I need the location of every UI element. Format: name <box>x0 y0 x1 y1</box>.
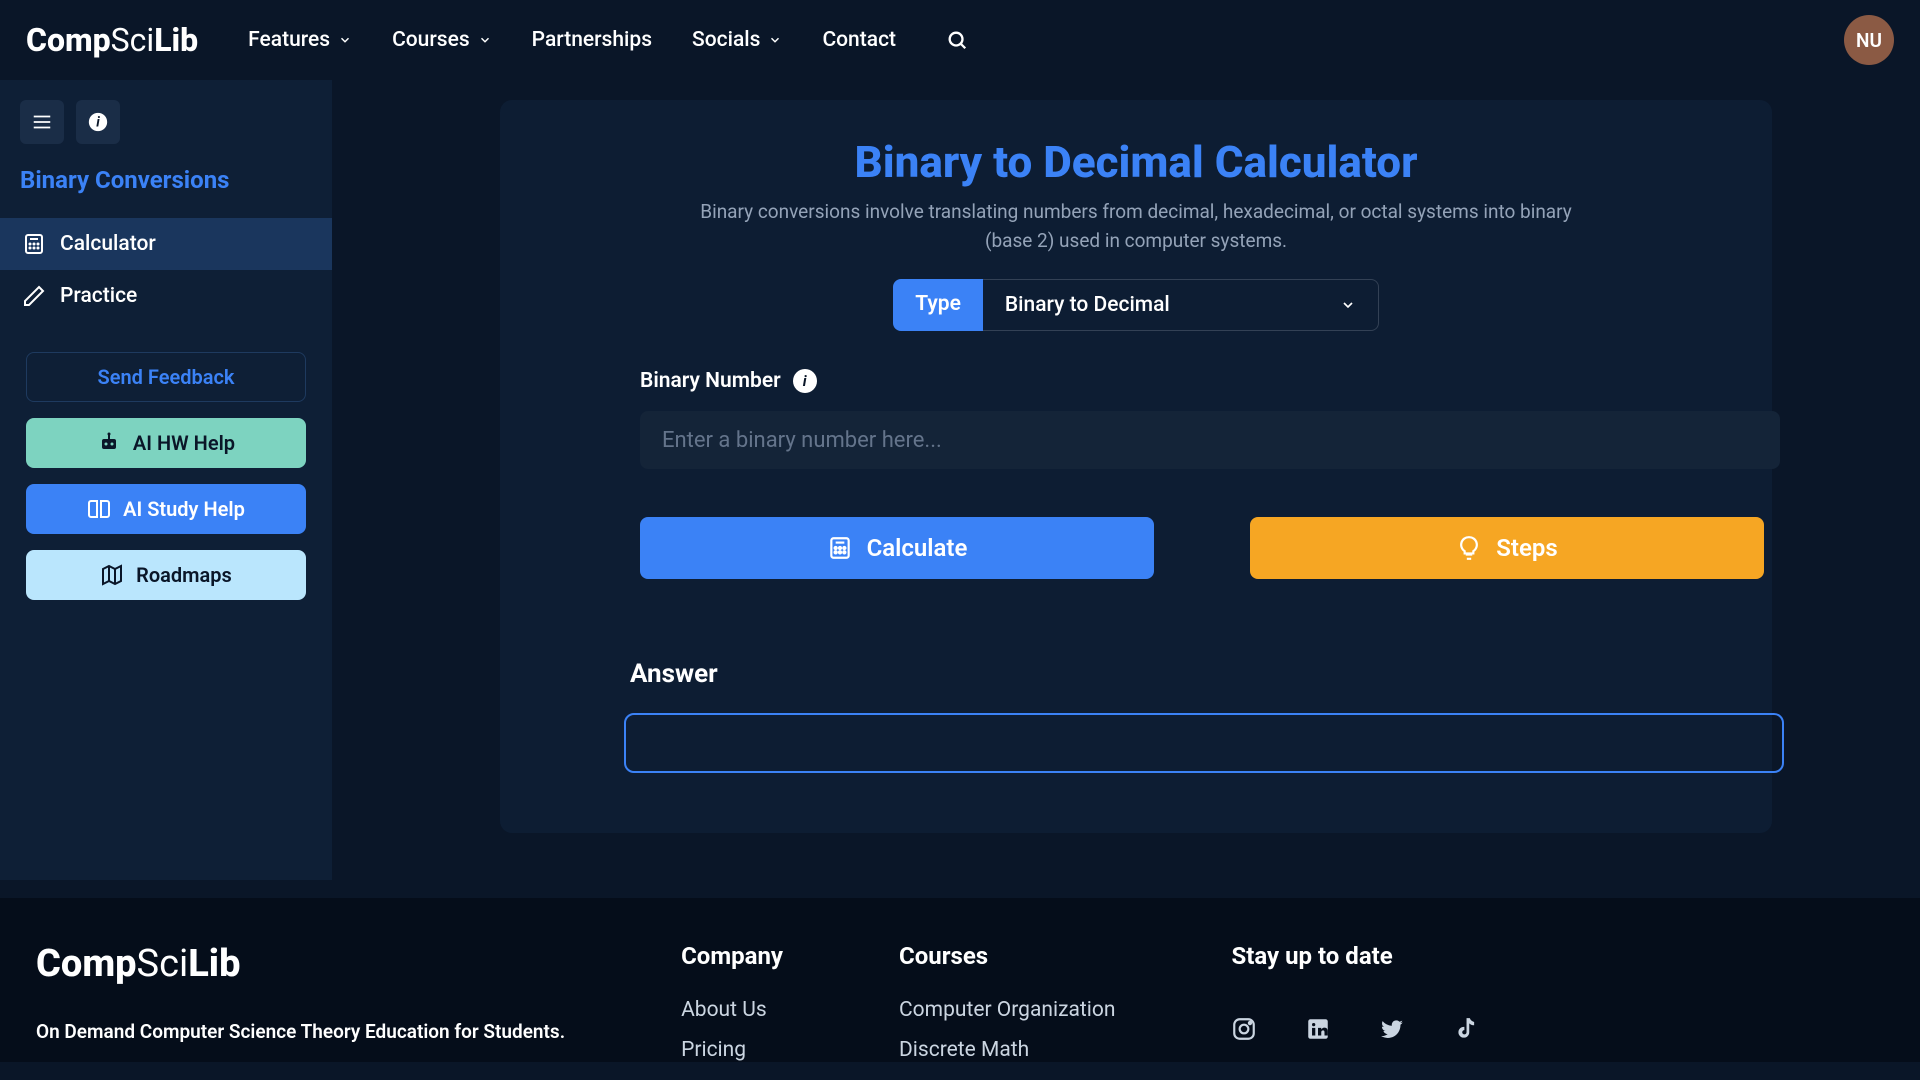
answer-label: Answer <box>630 659 1732 689</box>
sidebar-title: Binary Conversions <box>0 162 332 218</box>
lightbulb-icon <box>1456 535 1482 561</box>
nav: Features Courses Partnerships Socials Co… <box>248 28 968 52</box>
sidebar-item-label: Calculator <box>60 232 156 256</box>
field-label-row: Binary Number i <box>640 369 1732 393</box>
header: CompSciLib Features Courses Partnerships… <box>0 0 1920 80</box>
footer-link-comporg[interactable]: Computer Organization <box>899 998 1115 1022</box>
calculator-icon <box>827 535 853 561</box>
main-panel: Binary to Decimal Calculator Binary conv… <box>500 100 1772 833</box>
send-feedback-button[interactable]: Send Feedback <box>26 352 306 402</box>
instagram-icon[interactable] <box>1231 1016 1257 1042</box>
nav-partnerships-label: Partnerships <box>532 28 652 52</box>
calculator-icon <box>22 232 46 256</box>
nav-socials-label: Socials <box>692 28 760 52</box>
nav-contact-label: Contact <box>822 28 896 52</box>
binary-input[interactable] <box>640 411 1780 469</box>
roadmaps-button[interactable]: Roadmaps <box>26 550 306 600</box>
nav-partnerships[interactable]: Partnerships <box>532 28 652 52</box>
type-select-value: Binary to Decimal <box>1005 293 1170 317</box>
type-label: Type <box>893 279 983 331</box>
chevron-down-icon <box>1340 297 1356 313</box>
sidebar: i Binary Conversions Calculator Practice… <box>0 80 332 880</box>
type-select[interactable]: Binary to Decimal <box>983 279 1379 331</box>
answer-box <box>624 713 1784 773</box>
linkedin-icon[interactable] <box>1305 1016 1331 1042</box>
footer-company-head: Company <box>681 942 783 970</box>
footer-logo[interactable]: CompSciLib <box>36 942 565 986</box>
ai-hw-help-button[interactable]: AI HW Help <box>26 418 306 468</box>
sidebar-item-calculator[interactable]: Calculator <box>0 218 332 270</box>
button-label: AI HW Help <box>133 431 235 455</box>
button-label: AI Study Help <box>123 497 245 521</box>
menu-button[interactable] <box>20 100 64 144</box>
twitter-icon[interactable] <box>1379 1016 1405 1042</box>
info-button[interactable]: i <box>76 100 120 144</box>
field-label: Binary Number <box>640 369 781 393</box>
page-title: Binary to Decimal Calculator <box>540 136 1732 188</box>
footer-tagline: On Demand Computer Science Theory Educat… <box>36 1020 565 1043</box>
nav-courses-label: Courses <box>392 28 470 52</box>
footer-courses-head: Courses <box>899 942 1115 970</box>
footer-link-discrete[interactable]: Discrete Math <box>899 1038 1115 1062</box>
book-icon <box>87 497 111 521</box>
chevron-down-icon <box>478 33 492 47</box>
button-label: Roadmaps <box>136 563 232 587</box>
nav-contact[interactable]: Contact <box>822 28 896 52</box>
svg-text:i: i <box>96 115 100 131</box>
tiktok-icon[interactable] <box>1453 1016 1479 1042</box>
robot-icon <box>97 431 121 455</box>
map-icon <box>100 563 124 587</box>
info-icon: i <box>87 111 109 133</box>
logo[interactable]: CompSciLib <box>26 21 198 59</box>
search-icon[interactable] <box>946 29 968 51</box>
info-icon[interactable]: i <box>793 369 817 393</box>
ai-study-help-button[interactable]: AI Study Help <box>26 484 306 534</box>
footer: CompSciLib On Demand Computer Science Th… <box>0 898 1920 1062</box>
nav-courses[interactable]: Courses <box>392 28 492 52</box>
steps-button[interactable]: Steps <box>1250 517 1764 579</box>
chevron-down-icon <box>338 33 352 47</box>
button-label: Send Feedback <box>98 365 235 389</box>
avatar[interactable]: NU <box>1844 15 1894 65</box>
footer-stay-head: Stay up to date <box>1231 942 1479 970</box>
nav-features-label: Features <box>248 28 330 52</box>
hamburger-icon <box>31 111 53 133</box>
pencil-icon <box>22 284 46 308</box>
button-label: Steps <box>1496 534 1557 562</box>
calculate-button[interactable]: Calculate <box>640 517 1154 579</box>
sidebar-item-label: Practice <box>60 284 137 308</box>
footer-link-pricing[interactable]: Pricing <box>681 1038 783 1062</box>
page-subtitle: Binary conversions involve translating n… <box>686 198 1586 255</box>
nav-features[interactable]: Features <box>248 28 352 52</box>
chevron-down-icon <box>768 33 782 47</box>
sidebar-item-practice[interactable]: Practice <box>0 270 332 322</box>
footer-link-about[interactable]: About Us <box>681 998 783 1022</box>
button-label: Calculate <box>867 534 968 562</box>
nav-socials[interactable]: Socials <box>692 28 782 52</box>
